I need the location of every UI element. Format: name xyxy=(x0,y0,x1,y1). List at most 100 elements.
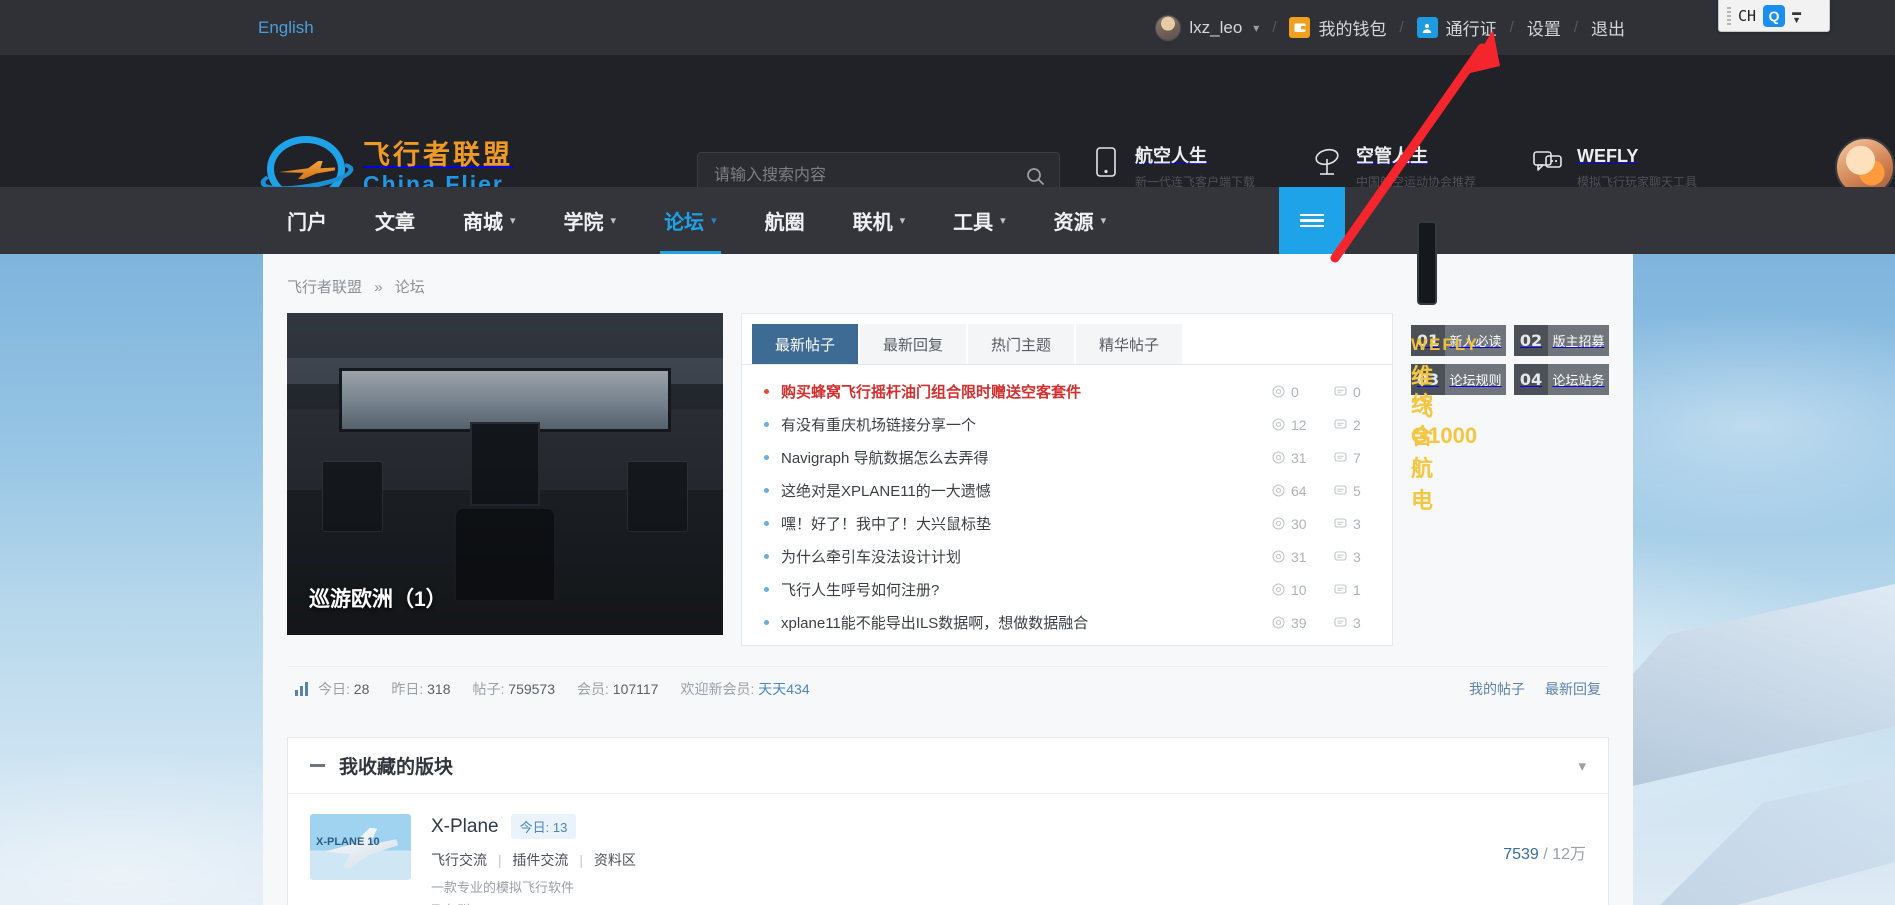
tab-latest-posts[interactable]: 最新帖子 xyxy=(752,324,859,364)
nav-item-shangcheng[interactable]: 商城 ▾ xyxy=(439,187,540,254)
post-row[interactable]: 飞行人生呼号如何注册? 10 1 xyxy=(764,573,1370,606)
user-account-menu[interactable]: lxz_leo ▾ xyxy=(1155,14,1259,41)
subforum-link-plugin-exchange[interactable]: 插件交流 xyxy=(512,852,568,868)
post-title[interactable]: 购买蜂窝飞行摇杆油门组合限时赠送空客套件 xyxy=(781,381,1081,402)
my-posts-link[interactable]: 我的帖子 xyxy=(1469,679,1525,699)
breadcrumb-home[interactable]: 飞行者联盟 xyxy=(287,279,362,296)
minus-icon[interactable] xyxy=(310,764,325,767)
nav-item-menhu[interactable]: 门户 xyxy=(263,187,351,254)
chevron-down-icon[interactable]: ▾ xyxy=(1578,757,1586,775)
nav-item-luntan[interactable]: 论坛 ▾ xyxy=(640,187,741,254)
post-title[interactable]: 这绝对是XPLANE11的一大遗憾 xyxy=(781,480,991,501)
nav-item-wenzhang[interactable]: 文章 xyxy=(351,187,439,254)
stat-yesterday-value: 318 xyxy=(427,681,451,697)
menu-toggle-button[interactable] xyxy=(1279,187,1345,254)
post-title[interactable]: 嘿！好了！我中了！大兴鼠标垫 xyxy=(781,513,991,534)
wallet-label: 我的钱包 xyxy=(1318,20,1387,39)
main-navigation: 门户 文章 商城 ▾ 学院 ▾ 论坛 ▾ 航圈 联机 ▾ 工具 ▾ 资源 ▾ xyxy=(0,187,1895,254)
nav-label: 资源 xyxy=(1053,212,1094,234)
view-count: 0 xyxy=(1272,384,1308,400)
bullet-icon xyxy=(764,587,769,592)
nav-item-hangquan[interactable]: 航圈 xyxy=(741,187,829,254)
reply-count: 5 xyxy=(1334,483,1370,499)
bullet-icon xyxy=(764,488,769,493)
nav-item-xueyuan[interactable]: 学院 ▾ xyxy=(540,187,641,254)
bullet-icon xyxy=(764,554,769,559)
post-title[interactable]: 飞行人生呼号如何注册? xyxy=(781,579,939,600)
wallet-link[interactable]: 我的钱包 xyxy=(1289,15,1386,40)
tab-featured-posts[interactable]: 精华帖子 xyxy=(1076,324,1183,364)
ime-indicator[interactable]: CH Q ▬ ▼ xyxy=(1718,0,1830,32)
eye-icon xyxy=(1272,550,1285,563)
ime-language-label[interactable]: CH xyxy=(1738,7,1756,25)
app-title: 空管人生 xyxy=(1356,146,1429,166)
eye-icon xyxy=(1272,484,1285,497)
bar-chart-icon xyxy=(295,682,308,696)
qq-pinyin-icon[interactable]: Q xyxy=(1763,4,1786,27)
drag-handle-icon[interactable] xyxy=(1727,6,1731,25)
post-meta: 10 1 xyxy=(1272,582,1370,598)
passport-link[interactable]: 通行证 xyxy=(1416,15,1497,40)
forum-count-current: 7539 xyxy=(1503,846,1539,863)
post-title[interactable]: xplane11能不能导出ILS数据啊，想做数据融合 xyxy=(781,612,1088,633)
header-app-kongguanrensheng[interactable]: 空管人生 中国航空运动协会推荐 xyxy=(1311,145,1476,190)
comment-icon xyxy=(1334,551,1347,561)
header-app-hangkongrensheng[interactable]: 航空人生 新一代连飞客户端下载 xyxy=(1090,145,1255,190)
post-row[interactable]: 购买蜂窝飞行摇杆油门组合限时赠送空客套件 0 0 xyxy=(764,375,1370,408)
stat-today-label: 今日: xyxy=(318,681,350,697)
comment-icon xyxy=(1334,518,1347,528)
quicklink-forum-affairs[interactable]: 04 论坛站务 xyxy=(1514,364,1609,395)
post-row[interactable]: 嘿！好了！我中了！大兴鼠标垫 30 3 xyxy=(764,507,1370,540)
header-app-links: 航空人生 新一代连飞客户端下载 空管人生 中国航空运动协会推荐 WEFLY 模拟… xyxy=(1090,145,1697,190)
view-count-value: 31 xyxy=(1291,449,1307,466)
forum-today-badge: 今日: 13 xyxy=(510,814,577,839)
subforum-link-flight-exchange[interactable]: 飞行交流 xyxy=(431,852,487,868)
quicklink-label: 版主招募 xyxy=(1548,325,1609,356)
bullet-icon xyxy=(764,620,769,625)
posts-tabs: 最新帖子 最新回复 热门主题 精华帖子 xyxy=(742,314,1392,365)
favourite-forums-header[interactable]: 我收藏的版块 ▾ xyxy=(288,738,1608,794)
post-row[interactable]: 这绝对是XPLANE11的一大遗憾 64 5 xyxy=(764,474,1370,507)
latest-replies-link[interactable]: 最新回复 xyxy=(1545,679,1601,699)
favourite-forums-section: 我收藏的版块 ▾ X-PLANE 10 X-Plane 今日: 13 飞行交流 … xyxy=(287,737,1609,905)
post-row[interactable]: xplane11能不能导出ILS数据啊，想做数据融合 39 3 xyxy=(764,606,1370,639)
featured-carousel[interactable]: 巡游欧洲（1） xyxy=(287,313,723,635)
tab-latest-replies[interactable]: 最新回复 xyxy=(860,324,967,364)
forum-name-link[interactable]: X-Plane xyxy=(431,816,499,838)
view-count-value: 12 xyxy=(1291,416,1307,433)
breadcrumb-current[interactable]: 论坛 xyxy=(395,279,425,296)
quicklink-number: 02 xyxy=(1514,325,1548,356)
post-row[interactable]: Navigraph 导航数据怎么去弄得 31 7 xyxy=(764,441,1370,474)
nav-item-ziyuan[interactable]: 资源 ▾ xyxy=(1030,187,1131,254)
header-app-wefly[interactable]: WEFLY 模拟飞行玩家聊天工具 xyxy=(1532,145,1697,190)
reply-count-value: 5 xyxy=(1353,482,1361,499)
post-row[interactable]: 有没有重庆机场链接分享一个 12 2 xyxy=(764,408,1370,441)
logout-link[interactable]: 退出 xyxy=(1591,15,1625,40)
comment-icon xyxy=(1334,452,1347,462)
wallet-icon xyxy=(1289,17,1311,38)
forum-name-row: X-Plane 今日: 13 xyxy=(431,814,1483,839)
stat-today: 今日: 28 xyxy=(318,679,369,699)
settings-link[interactable]: 设置 xyxy=(1527,15,1561,40)
ime-expand-icon[interactable]: ▬ ▼ xyxy=(1792,7,1801,24)
quicklink-moderator-recruit[interactable]: 02 版主招募 xyxy=(1514,325,1609,356)
nav-item-gongju[interactable]: 工具 ▾ xyxy=(929,187,1030,254)
forum-thumbnail[interactable]: X-PLANE 10 xyxy=(310,814,411,880)
nav-item-lianji[interactable]: 联机 ▾ xyxy=(829,187,930,254)
reply-count-value: 1 xyxy=(1353,581,1361,598)
stat-welcome-value[interactable]: 天天434 xyxy=(758,681,809,697)
avatar xyxy=(1155,14,1182,41)
tab-hot-topics[interactable]: 热门主题 xyxy=(968,324,1075,364)
nav-label: 文章 xyxy=(375,212,415,234)
post-title[interactable]: Navigraph 导航数据怎么去弄得 xyxy=(781,447,989,468)
subforum-link-resources[interactable]: 资料区 xyxy=(594,852,636,868)
phone-icon xyxy=(1090,145,1122,179)
post-title[interactable]: 有没有重庆机场链接分享一个 xyxy=(781,414,976,435)
post-row[interactable]: 为什么牵引车没法设计计划 31 3 xyxy=(764,540,1370,573)
forum-description: 一款专业的模拟飞行软件 飞友群: 141097498 版主: lxz_leo xyxy=(431,877,1483,905)
post-title[interactable]: 为什么牵引车没法设计计划 xyxy=(781,546,961,567)
view-count: 10 xyxy=(1272,582,1308,598)
language-switch-link[interactable]: English xyxy=(258,18,314,38)
comment-icon xyxy=(1334,617,1347,627)
view-count: 12 xyxy=(1272,417,1308,433)
